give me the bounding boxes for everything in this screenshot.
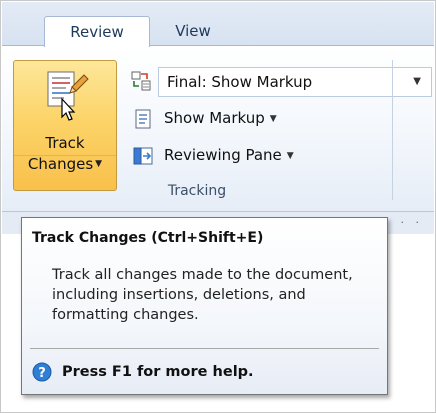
track-changes-dropdown[interactable]: Changes ▼ [14, 155, 116, 173]
ruler-ticks: 5 · · · [382, 216, 423, 242]
tooltip-description: Track all changes made to the document, … [52, 267, 353, 323]
dropdown-arrow-icon: ▼ [269, 114, 277, 124]
track-changes-label-line1: Track [45, 134, 85, 152]
track-changes-tooltip: Track Changes (Ctrl+Shift+E) Track all c… [21, 217, 388, 395]
tooltip-help-text: Press F1 for more help. [62, 364, 254, 380]
tab-review[interactable]: Review [44, 16, 150, 47]
tab-strip: Review View [2, 2, 434, 47]
markup-display-select[interactable]: Final: Show Markup ▼ [158, 67, 432, 97]
display-for-review-icon [131, 71, 151, 91]
svg-text:?: ? [38, 366, 46, 381]
reviewing-pane-button[interactable]: Reviewing Pane ▼ [164, 146, 294, 164]
tab-view[interactable]: View [150, 16, 236, 46]
track-changes-button[interactable]: Track Changes ▼ [13, 60, 117, 191]
dropdown-arrow-icon: ▼ [95, 159, 103, 169]
show-markup-label: Show Markup [164, 109, 265, 127]
show-markup-button[interactable]: Show Markup ▼ [164, 109, 277, 127]
chevron-down-icon: ▼ [413, 76, 421, 87]
dropdown-arrow-icon: ▼ [286, 151, 294, 161]
show-markup-icon [135, 109, 151, 129]
markup-display-value: Final: Show Markup [167, 73, 313, 91]
word-window: Review View Track Changes ▼ Final: Show … [0, 0, 436, 413]
group-separator [392, 60, 393, 200]
help-icon: ? [32, 362, 52, 382]
track-changes-icon [47, 71, 89, 121]
tooltip-title: Track Changes (Ctrl+Shift+E) [32, 230, 264, 246]
tooltip-divider [30, 348, 379, 349]
track-changes-label-line2: Changes [27, 155, 94, 173]
reviewing-pane-label: Reviewing Pane [164, 146, 282, 164]
tracking-group-label: Tracking [167, 183, 227, 199]
reviewing-pane-icon [133, 147, 153, 165]
ribbon-panel: Track Changes ▼ Final: Show Markup ▼ Sho… [2, 45, 434, 211]
